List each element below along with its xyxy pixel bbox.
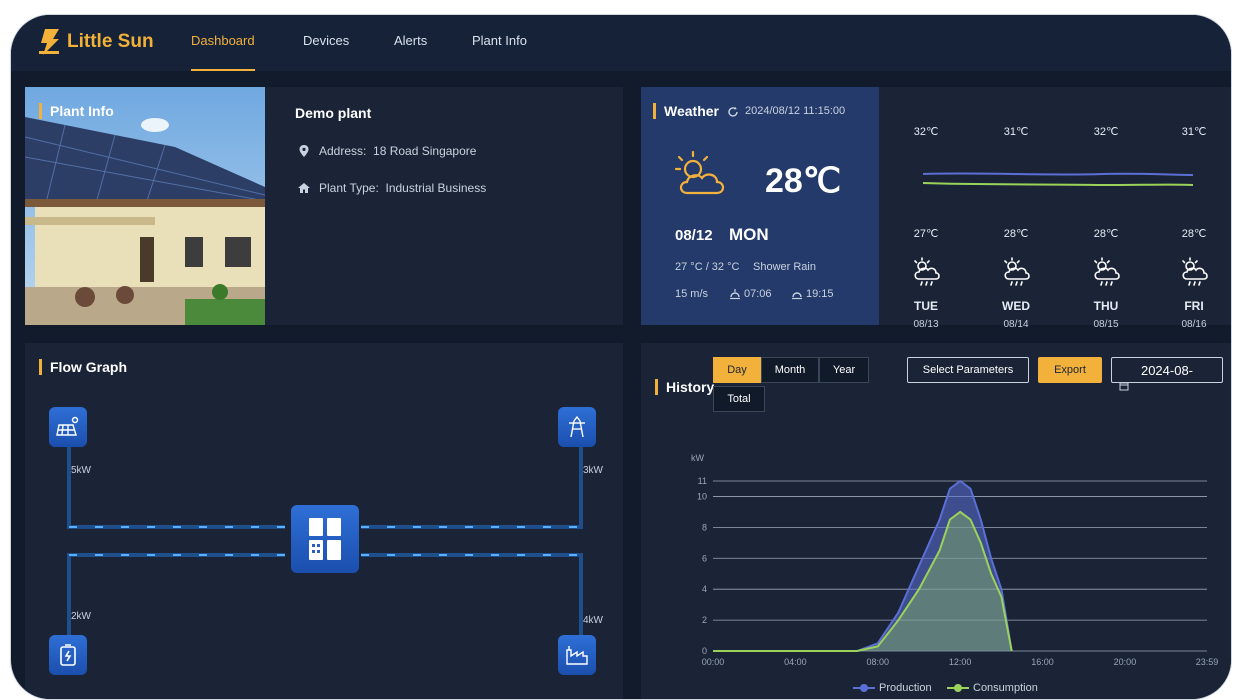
app-name: Little Sun bbox=[67, 31, 154, 52]
rain-cloud-icon bbox=[1182, 257, 1208, 286]
sunrise-icon bbox=[730, 289, 740, 300]
logo-icon bbox=[39, 29, 59, 55]
plant-type-row: Plant Type: Industrial Business bbox=[297, 181, 486, 195]
forecast-date: 08/13 bbox=[913, 319, 939, 330]
inverter-icon[interactable] bbox=[291, 505, 359, 573]
plant-info-panel: Plant Info Demo plant Address: 18 Road S… bbox=[25, 87, 623, 325]
solar-panel-icon[interactable] bbox=[49, 407, 87, 447]
home-icon bbox=[298, 183, 310, 193]
forecast-date: 08/16 bbox=[1181, 319, 1207, 330]
x-tick-label: 23:59 bbox=[1196, 657, 1219, 667]
y-tick-label: 4 bbox=[702, 584, 707, 594]
x-tick-label: 08:00 bbox=[867, 657, 890, 667]
forecast-day: FRI bbox=[1184, 299, 1204, 313]
x-tick-label: 00:00 bbox=[702, 657, 725, 667]
forecast-date: 08/15 bbox=[1093, 319, 1119, 330]
temp-range: 27 °C / 32 °C bbox=[675, 261, 740, 273]
rain-cloud-icon bbox=[1004, 257, 1030, 286]
cloudy-sun-icon bbox=[674, 150, 725, 195]
forecast-low-temp: 27℃ bbox=[913, 228, 939, 240]
solar-power-label: 5kW bbox=[71, 465, 91, 476]
forecast-day: TUE bbox=[914, 299, 938, 313]
weather-title: Weather bbox=[653, 103, 719, 119]
x-tick-label: 20:00 bbox=[1114, 657, 1137, 667]
forecast-high-temp: 32℃ bbox=[1093, 126, 1119, 138]
weather-panel: Weather 2024/08/12 11:15:00 28℃ 08/12 MO… bbox=[641, 87, 1231, 330]
legend-production: Production bbox=[853, 682, 932, 694]
grid-tower-icon[interactable] bbox=[558, 407, 596, 447]
sunset-time: 19:15 bbox=[806, 288, 834, 300]
forecast: 32℃ 27℃ TUE 08/13 31℃ 28℃ WED 08/14 32℃ 28℃ THU 08/… bbox=[879, 87, 1231, 330]
sunset-icon bbox=[792, 292, 802, 300]
app-window: Little Sun Dashboard Devices Alerts Plan… bbox=[10, 14, 1232, 700]
current-weather: Weather 2024/08/12 11:15:00 28℃ 08/12 MO… bbox=[641, 87, 879, 325]
nav-alerts[interactable]: Alerts bbox=[394, 33, 427, 71]
top-navbar: Little Sun Dashboard Devices Alerts Plan… bbox=[11, 15, 1231, 71]
consumption-area bbox=[713, 511, 1012, 651]
y-tick-label: 10 bbox=[697, 491, 707, 501]
logo[interactable]: Little Sun bbox=[39, 27, 154, 57]
address-label: Address: bbox=[319, 144, 367, 158]
current-weekday: MON bbox=[729, 225, 769, 244]
legend-consumption-label: Consumption bbox=[973, 682, 1038, 694]
legend-consumption-marker bbox=[947, 684, 969, 692]
location-pin-icon bbox=[299, 145, 309, 157]
rain-cloud-icon bbox=[1094, 257, 1120, 286]
y-tick-label: 2 bbox=[702, 615, 707, 625]
history-panel: History Day Month Year Total Select Para… bbox=[641, 343, 1231, 699]
x-tick-label: 04:00 bbox=[784, 657, 807, 667]
refresh-icon[interactable] bbox=[727, 106, 739, 118]
y-tick-label: 0 bbox=[702, 646, 707, 656]
legend-production-marker bbox=[853, 684, 875, 692]
y-tick-label: 6 bbox=[702, 553, 707, 563]
forecast-low-temp: 28℃ bbox=[1003, 228, 1029, 240]
load-power-label: 4kW bbox=[583, 615, 603, 626]
flow-graph-panel: Flow Graph 5kW 3kW 2kW 4kW bbox=[25, 343, 623, 699]
forecast-day: WED bbox=[1002, 299, 1030, 313]
grid-power-label: 3kW bbox=[583, 465, 603, 476]
current-date: 08/12 bbox=[675, 227, 713, 244]
history-chart: kW 0 2 4 6 8 10 11 00:00 04:00 08:00 12:00 16:00 20:0… bbox=[691, 453, 1219, 667]
battery-icon[interactable] bbox=[49, 635, 87, 675]
y-axis-unit: kW bbox=[691, 453, 705, 463]
plant-info-title: Plant Info bbox=[39, 103, 114, 119]
plant-photo: Plant Info bbox=[25, 87, 265, 325]
forecast-day: THU bbox=[1093, 299, 1119, 313]
forecast-high-temp: 31℃ bbox=[1003, 126, 1029, 138]
forecast-date: 08/14 bbox=[1003, 319, 1029, 330]
y-tick-label: 11 bbox=[698, 476, 707, 486]
y-tick-label: 8 bbox=[702, 522, 707, 532]
forecast-high-temp: 32℃ bbox=[913, 126, 939, 138]
x-tick-label: 16:00 bbox=[1031, 657, 1054, 667]
plant-type-label: Plant Type: bbox=[319, 181, 379, 195]
address-value: 18 Road Singapore bbox=[373, 144, 477, 158]
plant-type-value: Industrial Business bbox=[385, 181, 487, 195]
nav-devices[interactable]: Devices bbox=[303, 33, 349, 71]
current-temp: 28℃ bbox=[765, 162, 842, 200]
rain-cloud-icon bbox=[914, 257, 940, 286]
wind-speed: 15 m/s bbox=[675, 288, 709, 300]
legend-consumption: Consumption bbox=[947, 682, 1038, 694]
battery-power-label: 2kW bbox=[71, 611, 91, 622]
forecast-low-temp: 28℃ bbox=[1093, 228, 1119, 240]
plant-name: Demo plant bbox=[295, 105, 372, 121]
forecast-low-temp: 28℃ bbox=[1181, 228, 1207, 240]
nav-dashboard[interactable]: Dashboard bbox=[191, 33, 255, 71]
forecast-high-temp: 31℃ bbox=[1181, 126, 1207, 138]
forecast-temp-curve bbox=[923, 172, 1193, 187]
weather-condition: Shower Rain bbox=[753, 261, 816, 273]
legend-production-label: Production bbox=[879, 682, 932, 694]
nav-plant-info[interactable]: Plant Info bbox=[472, 33, 527, 71]
address-row: Address: 18 Road Singapore bbox=[297, 144, 476, 158]
sunrise-time: 07:06 bbox=[744, 288, 772, 300]
factory-icon[interactable] bbox=[558, 635, 596, 675]
x-tick-label: 12:00 bbox=[949, 657, 972, 667]
weather-timestamp: 2024/08/12 11:15:00 bbox=[745, 105, 846, 117]
